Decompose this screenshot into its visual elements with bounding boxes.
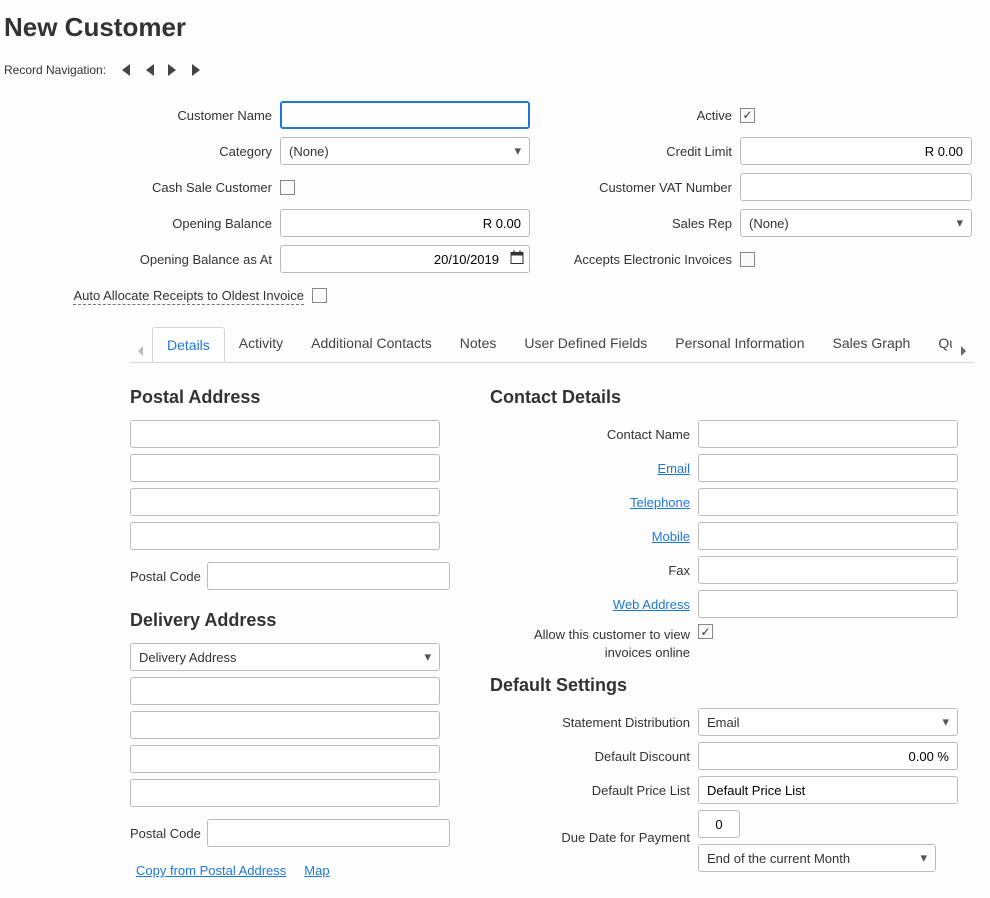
sales-rep-label: Sales Rep (544, 216, 732, 231)
tab-user-defined-fields[interactable]: User Defined Fields (510, 326, 661, 362)
nav-last-button[interactable] (188, 61, 206, 79)
contact-details-heading: Contact Details (490, 387, 974, 408)
fax-input[interactable] (698, 556, 958, 584)
calendar-icon[interactable] (510, 251, 524, 268)
chevron-down-icon: ▾ (942, 714, 949, 730)
tab-personal-information[interactable]: Personal Information (661, 326, 818, 362)
tab-scroll-right[interactable] (952, 340, 974, 362)
active-label: Active (544, 108, 732, 123)
opening-balance-label: Opening Balance (4, 216, 272, 231)
statement-dist-select[interactable]: Email ▾ (698, 708, 958, 736)
mobile-label-link[interactable]: Mobile (652, 529, 690, 544)
cash-sale-checkbox[interactable] (280, 180, 295, 195)
top-form-left: Customer Name Category (None) ▾ Cash Sal… (4, 101, 534, 309)
postal-address-heading: Postal Address (130, 387, 450, 408)
postal-code-input[interactable] (207, 562, 450, 590)
postal-line3[interactable] (130, 488, 440, 516)
default-discount-input[interactable] (698, 742, 958, 770)
record-nav-label: Record Navigation: (4, 63, 106, 77)
default-settings-heading: Default Settings (490, 675, 974, 696)
tab-sales-graph[interactable]: Sales Graph (818, 326, 924, 362)
customer-name-label: Customer Name (4, 108, 272, 123)
nav-prev-button[interactable] (140, 61, 158, 79)
due-date-label: Due Date for Payment (490, 810, 690, 845)
statement-dist-value: Email (707, 715, 740, 730)
auto-allocate-checkbox[interactable] (312, 288, 327, 303)
web-address-input[interactable] (698, 590, 958, 618)
category-label: Category (4, 144, 272, 159)
vat-input[interactable] (740, 173, 972, 201)
postal-line1[interactable] (130, 420, 440, 448)
copy-from-postal-link[interactable]: Copy from Postal Address (136, 863, 286, 878)
allow-view-checkbox[interactable] (698, 624, 713, 639)
top-form: Customer Name Category (None) ▾ Cash Sal… (4, 101, 986, 309)
cash-sale-label: Cash Sale Customer (4, 180, 272, 195)
chevron-down-icon: ▾ (424, 649, 431, 665)
sales-rep-value: (None) (749, 216, 789, 231)
auto-allocate-label: Auto Allocate Receipts to Oldest Invoice (4, 288, 304, 303)
delivery-address-select[interactable]: Delivery Address ▾ (130, 643, 440, 671)
delivery-postal-code-input[interactable] (207, 819, 450, 847)
tab-scroll-left[interactable] (130, 340, 152, 362)
active-checkbox[interactable] (740, 108, 755, 123)
opening-balance-asat-input[interactable] (280, 245, 530, 273)
default-discount-label: Default Discount (490, 749, 690, 764)
nav-next-button[interactable] (164, 61, 182, 79)
default-price-list-label: Default Price List (490, 783, 690, 798)
vat-label: Customer VAT Number (544, 180, 732, 195)
accepts-einv-label: Accepts Electronic Invoices (544, 252, 732, 267)
email-label-link[interactable]: Email (657, 461, 690, 476)
category-value: (None) (289, 144, 329, 159)
fax-label: Fax (490, 563, 690, 578)
postal-code-label: Postal Code (130, 569, 201, 584)
delivery-address-value: Delivery Address (139, 650, 237, 665)
allow-view-label: Allow this customer to view invoices onl… (490, 624, 690, 661)
tabs: Details Activity Additional Contacts Not… (130, 327, 974, 363)
tab-activity[interactable]: Activity (225, 326, 297, 362)
default-price-list-input[interactable] (698, 776, 958, 804)
telephone-input[interactable] (698, 488, 958, 516)
contact-name-label: Contact Name (490, 427, 690, 442)
nav-first-button[interactable] (116, 61, 134, 79)
chevron-down-icon: ▾ (514, 143, 521, 159)
delivery-line3[interactable] (130, 745, 440, 773)
opening-balance-input[interactable] (280, 209, 530, 237)
telephone-label-link[interactable]: Telephone (630, 495, 690, 510)
due-date-basis-select[interactable]: End of the current Month ▾ (698, 844, 936, 872)
delivery-line4[interactable] (130, 779, 440, 807)
customer-name-input[interactable] (280, 101, 530, 129)
map-link[interactable]: Map (304, 863, 329, 878)
details-panel: Postal Address Postal Code Delivery Addr… (130, 363, 974, 878)
delivery-line2[interactable] (130, 711, 440, 739)
page-title: New Customer (4, 12, 986, 43)
record-navigation: Record Navigation: (4, 61, 986, 79)
accepts-einv-checkbox[interactable] (740, 252, 755, 267)
web-address-label-link[interactable]: Web Address (613, 597, 690, 612)
credit-limit-label: Credit Limit (544, 144, 732, 159)
top-form-right: Active Credit Limit Customer VAT Number … (544, 101, 974, 309)
sales-rep-select[interactable]: (None) ▾ (740, 209, 972, 237)
delivery-line1[interactable] (130, 677, 440, 705)
chevron-down-icon: ▾ (920, 850, 927, 866)
tab-notes[interactable]: Notes (446, 326, 511, 362)
credit-limit-input[interactable] (740, 137, 972, 165)
delivery-postal-code-label: Postal Code (130, 826, 201, 841)
mobile-input[interactable] (698, 522, 958, 550)
tab-additional-contacts[interactable]: Additional Contacts (297, 326, 446, 362)
statement-dist-label: Statement Distribution (490, 715, 690, 730)
delivery-address-heading: Delivery Address (130, 610, 450, 631)
postal-line4[interactable] (130, 522, 440, 550)
tab-quotes[interactable]: Quotes (924, 326, 952, 362)
opening-balance-asat-label: Opening Balance as At (4, 252, 272, 267)
tab-details[interactable]: Details (152, 327, 225, 362)
chevron-down-icon: ▾ (956, 215, 963, 231)
category-select[interactable]: (None) ▾ (280, 137, 530, 165)
due-date-days-input[interactable] (698, 810, 740, 838)
due-date-basis-value: End of the current Month (707, 851, 850, 866)
contact-name-input[interactable] (698, 420, 958, 448)
email-input[interactable] (698, 454, 958, 482)
postal-line2[interactable] (130, 454, 440, 482)
